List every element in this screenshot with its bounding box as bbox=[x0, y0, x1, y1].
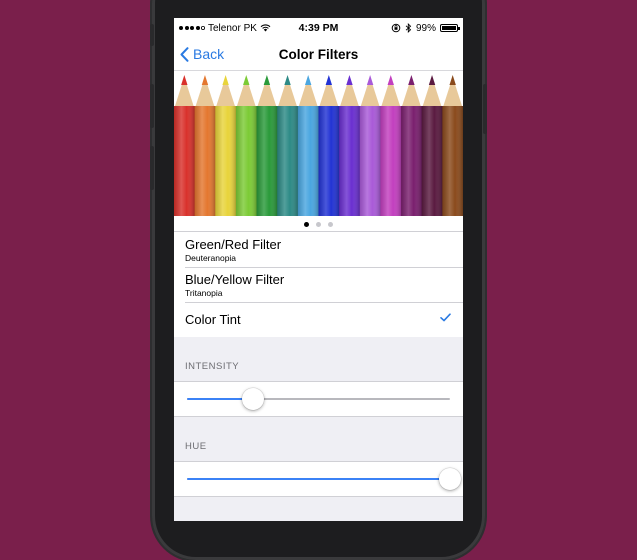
pencil bbox=[442, 75, 463, 231]
hue-header: HUE bbox=[185, 441, 207, 452]
status-bar: Telenor PK 4:39 PM 99% bbox=[174, 18, 463, 38]
pencil bbox=[215, 75, 237, 231]
back-label: Back bbox=[193, 46, 225, 62]
bluetooth-icon bbox=[405, 23, 412, 33]
pencil bbox=[277, 75, 299, 231]
battery-icon bbox=[440, 24, 460, 32]
wifi-icon bbox=[260, 24, 271, 32]
pencil bbox=[359, 75, 381, 231]
page-dot[interactable] bbox=[328, 222, 333, 227]
carrier-name: Telenor PK bbox=[208, 22, 257, 34]
pencil bbox=[256, 75, 278, 231]
filter-title: Blue/Yellow Filter bbox=[185, 272, 285, 287]
filter-row-color-tint[interactable]: Color Tint bbox=[174, 302, 463, 337]
hue-slider-cell bbox=[174, 461, 463, 497]
filter-row-blue-yellow[interactable]: Blue/Yellow Filter Tritanopia bbox=[174, 267, 463, 302]
hue-slider[interactable] bbox=[187, 468, 461, 490]
back-button[interactable]: Back bbox=[174, 46, 224, 62]
filter-title: Green/Red Filter bbox=[185, 237, 282, 252]
filter-row-green-red[interactable]: Green/Red Filter Deuteranopia bbox=[174, 232, 463, 267]
page-dot[interactable] bbox=[316, 222, 321, 227]
color-preview[interactable] bbox=[174, 71, 463, 231]
page-control[interactable] bbox=[174, 222, 463, 227]
signal-strength-icon bbox=[179, 26, 205, 30]
pencil bbox=[235, 75, 258, 231]
pencil bbox=[401, 75, 423, 231]
filter-subtitle: Tritanopia bbox=[185, 288, 223, 298]
filter-list: Green/Red Filter Deuteranopia Blue/Yello… bbox=[174, 231, 463, 337]
pencil bbox=[318, 75, 340, 231]
volume-up-button bbox=[150, 84, 154, 128]
pencil bbox=[339, 75, 361, 231]
hue-slider-fill bbox=[187, 478, 450, 480]
intensity-slider-thumb[interactable] bbox=[241, 388, 264, 410]
pencil bbox=[421, 75, 443, 231]
checkmark-icon bbox=[440, 313, 451, 322]
colored-pencils-image bbox=[174, 75, 463, 231]
pencil bbox=[380, 75, 402, 231]
intensity-slider-cell bbox=[174, 381, 463, 417]
hue-slider-thumb[interactable] bbox=[439, 468, 461, 490]
intensity-slider[interactable] bbox=[187, 388, 450, 410]
mute-switch bbox=[150, 24, 154, 46]
pencil bbox=[194, 75, 216, 231]
pencil bbox=[297, 75, 319, 231]
pencil bbox=[174, 75, 196, 231]
volume-down-button bbox=[150, 146, 154, 190]
battery-percent: 99% bbox=[415, 22, 436, 34]
power-button bbox=[483, 84, 487, 134]
filter-title: Color Tint bbox=[185, 312, 241, 327]
navigation-bar: Back Color Filters bbox=[174, 38, 463, 71]
chevron-left-icon bbox=[180, 46, 189, 62]
filter-subtitle: Deuteranopia bbox=[185, 253, 237, 263]
phone-screen: Telenor PK 4:39 PM 99% Back Color Filter… bbox=[174, 18, 463, 521]
page-dot[interactable] bbox=[304, 222, 309, 227]
orientation-lock-icon bbox=[391, 23, 401, 33]
intensity-header: INTENSITY bbox=[185, 361, 240, 372]
